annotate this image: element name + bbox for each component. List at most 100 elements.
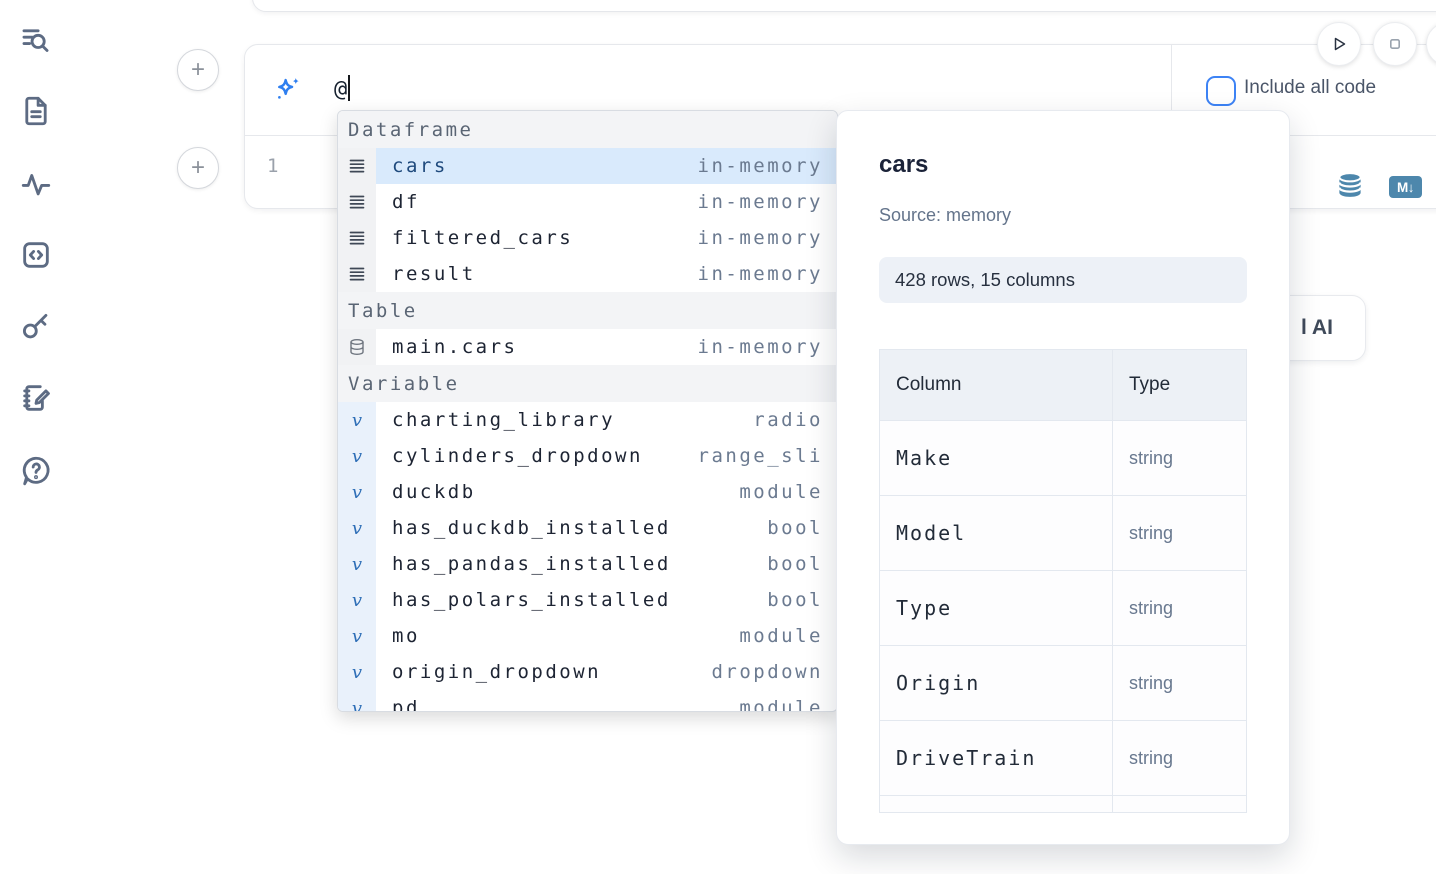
schema-header-row: ColumnType (880, 350, 1246, 421)
item-type: bool (767, 517, 823, 539)
variable-icon: v (338, 510, 376, 546)
preview-schema-table: ColumnTypeMakestringModelstringTypestrin… (879, 349, 1247, 813)
schema-row-partial (880, 796, 1246, 813)
item-name: has_duckdb_installed (392, 517, 671, 539)
stop-icon (1383, 32, 1407, 56)
item-name: duckdb (392, 481, 476, 503)
autocomplete-section-header: Variable (338, 365, 837, 402)
variable-icon: v (338, 618, 376, 654)
autocomplete-item-mo[interactable]: vmo module (338, 618, 837, 654)
item-type: in-memory (698, 155, 823, 177)
stop-button[interactable] (1373, 22, 1417, 66)
column-type: string (1129, 448, 1173, 469)
item-type: module (739, 481, 823, 503)
autocomplete-item-df[interactable]: dfin-memory (338, 184, 837, 220)
item-name: has_polars_installed (392, 589, 671, 611)
run-cell-button[interactable] (1317, 22, 1361, 66)
preview-source: Source: memory (879, 205, 1011, 226)
column-header: Column (880, 350, 1113, 420)
item-name: mo (392, 625, 420, 647)
item-name: cylinders_dropdown (392, 445, 643, 467)
include-all-code-checkbox[interactable] (1206, 76, 1236, 106)
autocomplete-item-has_pandas_installed[interactable]: v has_pandas_installed bool (338, 546, 837, 582)
type-header: Type (1113, 350, 1246, 420)
item-type: module (739, 625, 823, 647)
variable-icon: v (338, 402, 376, 438)
item-name: df (392, 191, 420, 213)
item-type: radio (753, 409, 823, 431)
autocomplete-item-charting_library[interactable]: v charting_library radio (338, 402, 837, 438)
item-name: filtered_cars (392, 227, 573, 249)
file-text-icon[interactable] (16, 91, 56, 131)
key-icon[interactable] (16, 306, 56, 346)
autocomplete-item-origin_dropdown[interactable]: vorigin_dropdowndropdown (338, 654, 837, 690)
markdown-icon[interactable]: M↓ (1389, 176, 1422, 198)
autocomplete-item-result[interactable]: result in-memory (338, 256, 837, 292)
schema-row-Origin: Originstring (880, 646, 1246, 721)
autocomplete-item-main.cars[interactable]: main.cars in-memory (338, 329, 837, 365)
dataframe-icon (338, 148, 376, 184)
preview-summary-badge: 428 rows, 15 columns (879, 257, 1247, 303)
autocomplete-item-has_duckdb_installed[interactable]: v has_duckdb_installed bool (338, 510, 837, 546)
item-type: in-memory (698, 336, 823, 358)
item-name: has_pandas_installed (392, 553, 671, 575)
column-name: DriveTrain (896, 746, 1036, 770)
notebook-pen-icon[interactable] (16, 378, 56, 418)
dataframe-icon (338, 220, 376, 256)
add-cell-below-button[interactable]: + (177, 147, 219, 189)
dataframe-icon (338, 256, 376, 292)
variable-icon: v (338, 654, 376, 690)
column-name: Origin (896, 671, 980, 695)
play-icon (1327, 32, 1351, 56)
sparkles-ai-icon (271, 74, 303, 106)
preview-title: cars (879, 151, 928, 179)
item-type: module (739, 697, 823, 712)
code-square-icon[interactable] (16, 235, 56, 275)
add-cell-above-button[interactable]: + (177, 49, 219, 91)
autocomplete-item-cylinders_dropdown[interactable]: v cylinders_dropdown range_sli (338, 438, 837, 474)
item-type: range_sli (698, 445, 823, 467)
item-type: in-memory (698, 263, 823, 285)
item-name: main.cars (392, 336, 517, 358)
autocomplete-dropdown: Dataframecarsin-memorydfin-memoryfiltere… (337, 110, 838, 712)
autocomplete-item-duckdb[interactable]: vduckdb module (338, 474, 837, 510)
autocomplete-section-header: Dataframe (338, 111, 837, 148)
column-type: string (1129, 748, 1173, 769)
variable-icon: v (338, 546, 376, 582)
item-name: charting_library (392, 409, 615, 431)
autocomplete-item-has_polars_installed[interactable]: vhas_polars_installedbool (338, 582, 837, 618)
ai-prompt-input[interactable]: @ (334, 75, 350, 102)
autocomplete-section-header: Table (338, 292, 837, 329)
schema-row-Model: Model string (880, 496, 1246, 571)
variable-icon: v (338, 438, 376, 474)
variable-icon: v (338, 690, 376, 712)
item-type: bool (767, 553, 823, 575)
activity-icon[interactable] (16, 164, 56, 204)
line-number: 1 (267, 155, 278, 177)
column-type: string (1129, 598, 1173, 619)
schema-row-Type: Type string (880, 571, 1246, 646)
autocomplete-item-filtered_cars[interactable]: filtered_cars in-memory (338, 220, 837, 256)
include-all-code-label[interactable]: Include all code (1244, 77, 1376, 99)
item-name: result (392, 263, 476, 285)
database-icon[interactable] (1335, 170, 1365, 202)
left-sidebar (0, 0, 64, 874)
item-type: in-memory (698, 227, 823, 249)
variable-icon: v (338, 474, 376, 510)
autocomplete-item-pd[interactable]: v pd module (338, 690, 837, 712)
column-type: string (1129, 523, 1173, 544)
column-name: Make (896, 446, 952, 470)
help-circle-icon[interactable] (16, 451, 56, 491)
item-name: cars (392, 155, 448, 177)
item-type: bool (767, 589, 823, 611)
dataframe-preview-popup: cars Source: memory 428 rows, 15 columns… (836, 110, 1290, 845)
list-search-icon[interactable] (16, 20, 56, 60)
column-name: Type (896, 596, 952, 620)
item-name: pd (392, 697, 420, 712)
autocomplete-item-cars[interactable]: cars in-memory (338, 148, 837, 184)
column-name: Model (896, 521, 966, 545)
dataframe-icon (338, 184, 376, 220)
text-caret (348, 75, 350, 101)
previous-cell (252, 0, 1436, 12)
item-name: origin_dropdown (392, 661, 601, 683)
